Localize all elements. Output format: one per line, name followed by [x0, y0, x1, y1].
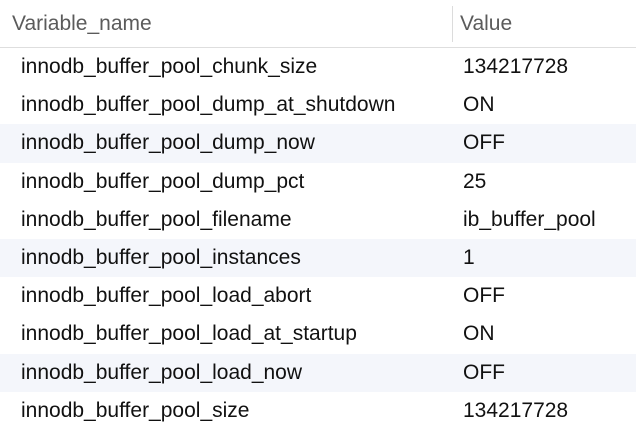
table-row[interactable]: innodb_buffer_pool_filename ib_buffer_po…	[0, 201, 636, 239]
variable-name-cell[interactable]: innodb_buffer_pool_load_abort	[21, 277, 449, 315]
variable-name-cell[interactable]: innodb_buffer_pool_instances	[21, 239, 449, 277]
results-grid: Variable_name Value innodb_buffer_pool_c…	[0, 0, 636, 434]
variable-name-cell[interactable]: innodb_buffer_pool_dump_pct	[21, 163, 449, 201]
table-row[interactable]: innodb_buffer_pool_dump_now OFF	[0, 124, 636, 163]
value-cell[interactable]: 134217728	[463, 48, 633, 86]
value-cell[interactable]: ON	[463, 86, 633, 124]
table-row[interactable]: innodb_buffer_pool_dump_at_shutdown ON	[0, 86, 636, 124]
column-header-variable-name[interactable]: Variable_name	[12, 0, 451, 47]
table-row[interactable]: innodb_buffer_pool_load_at_startup ON	[0, 315, 636, 353]
table-header: Variable_name Value	[0, 0, 636, 48]
table-row[interactable]: innodb_buffer_pool_instances 1	[0, 238, 636, 278]
variable-name-cell[interactable]: innodb_buffer_pool_load_at_startup	[21, 315, 449, 353]
table-body: innodb_buffer_pool_chunk_size 134217728 …	[0, 48, 636, 430]
value-cell[interactable]: OFF	[463, 124, 633, 162]
value-cell[interactable]: ib_buffer_pool	[463, 201, 633, 239]
table-row[interactable]: innodb_buffer_pool_load_now OFF	[0, 353, 636, 392]
variable-name-cell[interactable]: innodb_buffer_pool_dump_now	[21, 124, 449, 162]
variable-name-cell[interactable]: innodb_buffer_pool_filename	[21, 201, 449, 239]
value-cell[interactable]: OFF	[463, 354, 633, 392]
table-row[interactable]: innodb_buffer_pool_chunk_size 134217728	[0, 48, 636, 86]
column-header-value[interactable]: Value	[460, 0, 630, 47]
variable-name-cell[interactable]: innodb_buffer_pool_dump_at_shutdown	[21, 86, 449, 124]
table-row[interactable]: innodb_buffer_pool_size 134217728	[0, 392, 636, 430]
variable-name-cell[interactable]: innodb_buffer_pool_load_now	[21, 354, 449, 392]
variable-name-cell[interactable]: innodb_buffer_pool_size	[21, 392, 449, 430]
value-cell[interactable]: OFF	[463, 277, 633, 315]
table-row[interactable]: innodb_buffer_pool_load_abort OFF	[0, 277, 636, 315]
value-cell[interactable]: 1	[463, 239, 633, 277]
column-resize-handle[interactable]	[452, 6, 453, 42]
value-cell[interactable]: 25	[463, 163, 633, 201]
value-cell[interactable]: 134217728	[463, 392, 633, 430]
table-row[interactable]: innodb_buffer_pool_dump_pct 25	[0, 163, 636, 201]
variable-name-cell[interactable]: innodb_buffer_pool_chunk_size	[21, 48, 449, 86]
value-cell[interactable]: ON	[463, 315, 633, 353]
